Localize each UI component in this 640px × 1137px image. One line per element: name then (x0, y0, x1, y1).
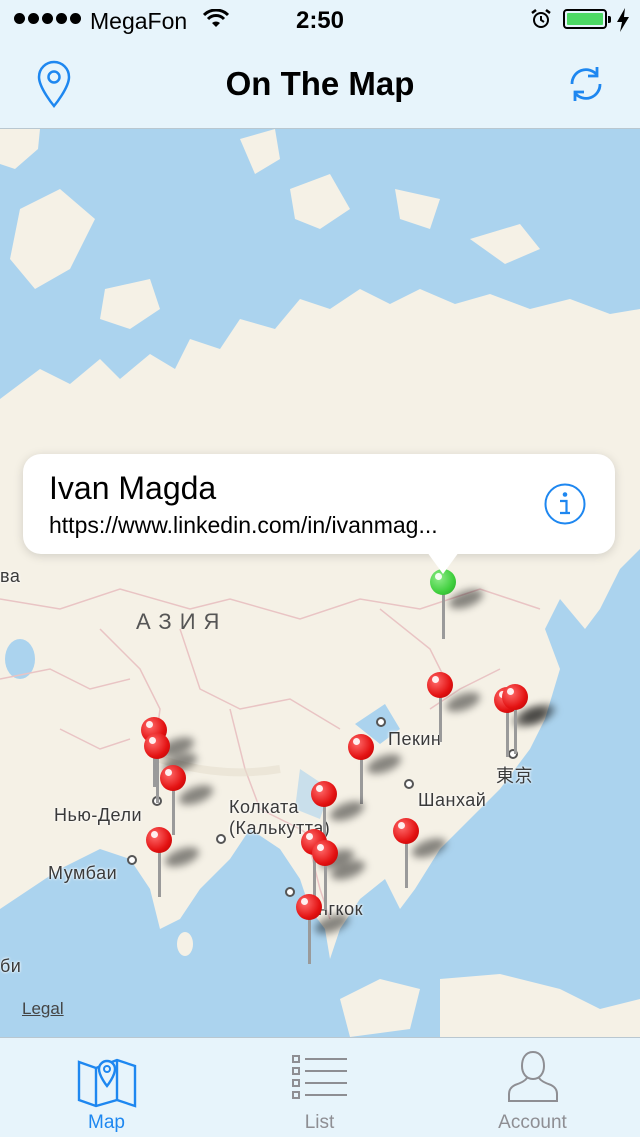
city-label-mumbai: Мумбаи (48, 863, 118, 883)
map-pin[interactable] (391, 818, 449, 888)
tab-list[interactable]: List (213, 1038, 426, 1137)
map-pin-selected[interactable] (428, 569, 486, 639)
page-title: On The Map (225, 65, 415, 102)
city-label-edge-bottom: би (0, 956, 22, 976)
city-label-tokyo: 東京 (496, 766, 533, 786)
map-pin[interactable] (425, 672, 483, 742)
map-pin[interactable] (500, 684, 558, 754)
tab-label-account: Account (498, 1112, 567, 1133)
tab-label-list: List (304, 1112, 335, 1133)
map-pin[interactable] (346, 734, 404, 804)
tab-label-map: Map (88, 1112, 125, 1133)
alarm-icon (531, 9, 551, 28)
account-icon (507, 1050, 558, 1102)
pin-callout[interactable]: Ivan Magda https://www.linkedin.com/in/i… (23, 454, 615, 574)
map-view[interactable]: АЗИЯ ва би Пекин 東京 Шанхай Нью-Дели Колк… (0, 129, 640, 1037)
charging-bolt-icon (617, 8, 629, 32)
city-label-kolkata: Колката (229, 797, 300, 817)
tab-map[interactable]: Map (0, 1038, 213, 1137)
legal-link[interactable]: Legal (22, 999, 64, 1019)
city-dot-shanghai (404, 779, 414, 789)
map-pin[interactable] (294, 894, 352, 964)
callout-name: Ivan Magda (49, 470, 217, 506)
map-icon (77, 1058, 136, 1108)
city-label-delhi: Нью-Дели (54, 805, 143, 825)
region-label-asia: АЗИЯ (136, 609, 228, 634)
city-label-shanghai: Шанхай (418, 790, 487, 810)
navigation-bar: On The Map (0, 40, 640, 129)
map-pin[interactable] (158, 765, 216, 835)
status-bar: MegaFon 2:50 (0, 0, 640, 40)
city-dot-mumbai (127, 855, 137, 865)
callout-url: https://www.linkedin.com/in/ivanmag... (49, 512, 438, 538)
refresh-icon[interactable] (566, 64, 606, 104)
city-dot-beijing (376, 717, 386, 727)
map-pin[interactable] (144, 827, 202, 897)
list-icon (291, 1055, 347, 1099)
city-dot-kolkata (216, 834, 226, 844)
city-label-edge-top: ва (0, 566, 21, 586)
info-icon[interactable] (543, 482, 587, 526)
tab-bar: Map List Account (0, 1037, 640, 1137)
tab-account[interactable]: Account (426, 1038, 639, 1137)
battery-icon (563, 9, 611, 29)
